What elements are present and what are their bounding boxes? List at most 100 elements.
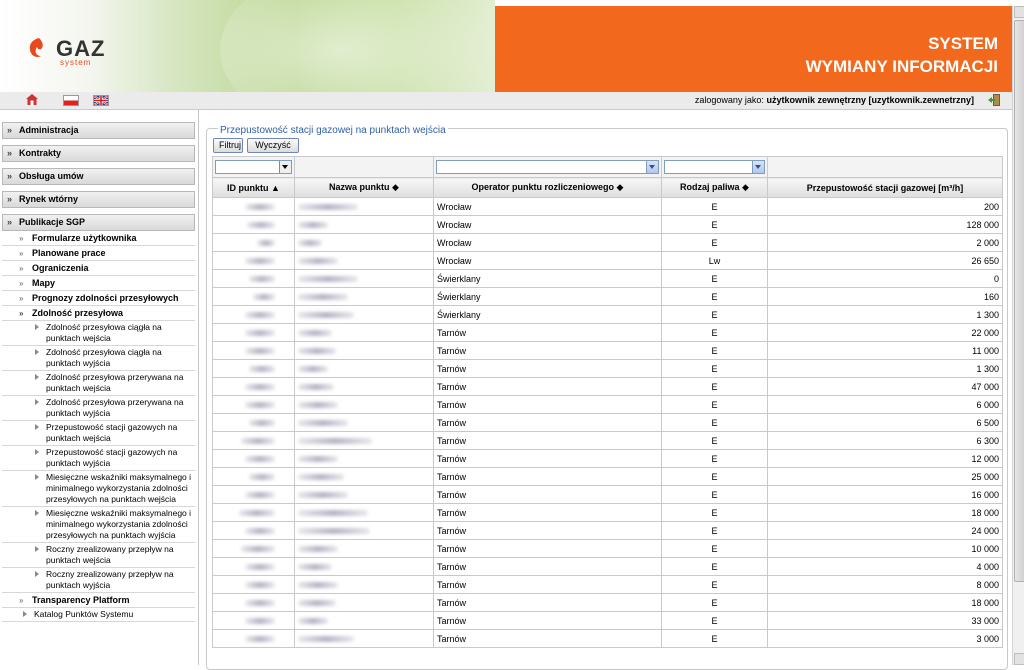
user-name: użytkownik zewnętrzny [uzytkownik.zewnet… xyxy=(766,95,974,105)
table-row[interactable]: Tarnów E 10 000 xyxy=(212,539,1003,558)
filter-button[interactable]: Filtruj xyxy=(213,138,243,153)
cell-id xyxy=(212,395,295,414)
table-row[interactable]: Tarnów E 1 300 xyxy=(212,359,1003,378)
english-flag-icon[interactable] xyxy=(93,95,109,106)
table-row[interactable]: Tarnów E 6 000 xyxy=(212,395,1003,414)
operator-filter-select[interactable] xyxy=(436,160,659,174)
nav-item-zdolnosc-przesylowa[interactable]: » Zdolność przesyłowa xyxy=(2,306,195,321)
nav-item-transparency[interactable]: » Transparency Platform xyxy=(2,593,195,608)
nav-section-administracja[interactable]: » Administracja xyxy=(2,122,195,139)
filter-row xyxy=(212,156,1003,178)
table-row[interactable]: Tarnów E 18 000 xyxy=(212,503,1003,522)
fuel-filter-select[interactable] xyxy=(664,160,765,174)
table-row[interactable]: Tarnów E 22 000 xyxy=(212,323,1003,342)
cell-id xyxy=(212,233,295,252)
header-row: ID punktu ▲ Nazwa punktu ◆ Operator punk… xyxy=(212,177,1003,198)
cell-name xyxy=(294,449,434,468)
table-row[interactable]: Tarnów E 6 500 xyxy=(212,413,1003,432)
nav-leaf-przerywana-wejscia[interactable]: Zdolność przesyłowa przerywana na punkta… xyxy=(2,371,195,396)
cell-fuel: E xyxy=(661,539,768,558)
app-header: GAZ system SYSTEM WYMIANY INFORMACJI xyxy=(0,0,1012,93)
cell-capacity: 1 300 xyxy=(767,359,1003,378)
nav-section-obsluga-umow[interactable]: » Obsługa umów xyxy=(2,168,195,185)
table-row[interactable]: Tarnów E 11 000 xyxy=(212,341,1003,360)
logout-icon[interactable] xyxy=(988,94,1002,106)
cell-name xyxy=(294,269,434,288)
cell-id xyxy=(212,251,295,270)
table-row[interactable]: Wrocław E 200 xyxy=(212,197,1003,216)
nav-leaf-wskazniki-wejscia[interactable]: Miesięczne wskaźniki maksymalnego i mini… xyxy=(2,471,195,507)
table-row[interactable]: Tarnów E 3 000 xyxy=(212,629,1003,648)
nav-leaf-ciagla-wyjscia[interactable]: Zdolność przesyłowa ciągła na punktach w… xyxy=(2,346,195,371)
table-row[interactable]: Wrocław E 2 000 xyxy=(212,233,1003,252)
nav-item-ograniczenia[interactable]: » Ograniczenia xyxy=(2,261,195,276)
cell-capacity: 160 xyxy=(767,287,1003,306)
col-id-header[interactable]: ID punktu ▲ xyxy=(212,177,295,198)
table-row[interactable]: Tarnów E 25 000 xyxy=(212,467,1003,486)
cell-id xyxy=(212,431,295,450)
cell-fuel: E xyxy=(661,215,768,234)
col-name-header[interactable]: Nazwa punktu ◆ xyxy=(294,177,434,198)
cell-name xyxy=(294,557,434,576)
id-filter-select[interactable] xyxy=(215,160,292,174)
nav-item-prognozy[interactable]: » Prognozy zdolności przesyłowych xyxy=(2,291,195,306)
table-row[interactable]: Tarnów E 24 000 xyxy=(212,521,1003,540)
home-icon[interactable] xyxy=(26,94,38,105)
table-row[interactable]: Wrocław Lw 26 650 xyxy=(212,251,1003,270)
nav-section-publikacje-sgp[interactable]: » Publikacje SGP xyxy=(2,214,195,231)
cell-capacity: 128 000 xyxy=(767,215,1003,234)
cell-name xyxy=(294,233,434,252)
table-row[interactable]: Tarnów E 12 000 xyxy=(212,449,1003,468)
logged-user-info: zalogowany jako: użytkownik zewnętrzny [… xyxy=(695,95,974,105)
cell-operator: Tarnów xyxy=(433,377,662,396)
table-row[interactable]: Tarnów E 33 000 xyxy=(212,611,1003,630)
cell-name xyxy=(294,521,434,540)
nav-item-formularze[interactable]: » Formularze użytkownika xyxy=(2,231,195,246)
scroll-thumb[interactable] xyxy=(1014,20,1024,582)
col-fuel-header[interactable]: Rodzaj paliwa ◆ xyxy=(661,177,768,198)
nav-item-mapy[interactable]: » Mapy xyxy=(2,276,195,291)
cell-fuel: E xyxy=(661,395,768,414)
nav-section-kontrakty[interactable]: » Kontrakty xyxy=(2,145,195,162)
table-row[interactable]: Świerklany E 160 xyxy=(212,287,1003,306)
cell-capacity: 12 000 xyxy=(767,449,1003,468)
cell-name xyxy=(294,305,434,324)
cell-operator: Świerklany xyxy=(433,305,662,324)
nav-leaf-roczny-wyjscia[interactable]: Roczny zrealizowany przepływ na punktach… xyxy=(2,568,195,593)
cell-id xyxy=(212,197,295,216)
cell-name xyxy=(294,503,434,522)
table-row[interactable]: Tarnów E 8 000 xyxy=(212,575,1003,594)
cell-fuel: Lw xyxy=(661,251,768,270)
scroll-up-arrow[interactable] xyxy=(1014,6,1024,18)
table-row[interactable]: Tarnów E 18 000 xyxy=(212,593,1003,612)
table-row[interactable]: Świerklany E 0 xyxy=(212,269,1003,288)
scroll-down-arrow[interactable] xyxy=(1014,653,1024,665)
table-row[interactable]: Świerklany E 1 300 xyxy=(212,305,1003,324)
cell-operator: Tarnów xyxy=(433,467,662,486)
table-row[interactable]: Wrocław E 128 000 xyxy=(212,215,1003,234)
col-capacity-header[interactable]: Przepustowość stacji gazowej [m³/h] xyxy=(767,177,1003,198)
cell-capacity: 33 000 xyxy=(767,611,1003,630)
nav-leaf-katalog[interactable]: Katalog Punktów Systemu xyxy=(2,608,195,622)
cell-capacity: 2 000 xyxy=(767,233,1003,252)
cell-name xyxy=(294,323,434,342)
nav-leaf-ciagla-wejscia[interactable]: Zdolność przesyłowa ciągła na punktach w… xyxy=(2,321,195,346)
nav-leaf-roczny-wejscia[interactable]: Roczny zrealizowany przepływ na punktach… xyxy=(2,543,195,568)
table-row[interactable]: Tarnów E 6 300 xyxy=(212,431,1003,450)
nav-leaf-przepustowosc-wyjscia[interactable]: Przepustowość stacji gazowych na punktac… xyxy=(2,446,195,471)
nav-leaf-przerywana-wyjscia[interactable]: Zdolność przesyłowa przerywana na punkta… xyxy=(2,396,195,421)
table-row[interactable]: Tarnów E 16 000 xyxy=(212,485,1003,504)
cell-capacity: 18 000 xyxy=(767,593,1003,612)
cell-fuel: E xyxy=(661,305,768,324)
nav-item-planowane-prace[interactable]: » Planowane prace xyxy=(2,246,195,261)
clear-button[interactable]: Wyczyść xyxy=(247,138,299,153)
table-row[interactable]: Tarnów E 47 000 xyxy=(212,377,1003,396)
vertical-scrollbar[interactable] xyxy=(1012,6,1024,665)
nav-leaf-wskazniki-wyjscia[interactable]: Miesięczne wskaźniki maksymalnego i mini… xyxy=(2,507,195,543)
col-operator-header[interactable]: Operator punktu rozliczeniowego ◆ xyxy=(433,177,662,198)
nav-section-rynek-wtorny[interactable]: » Rynek wtórny xyxy=(2,191,195,208)
table-row[interactable]: Tarnów E 4 000 xyxy=(212,557,1003,576)
polish-flag-icon[interactable] xyxy=(63,95,79,106)
nav-leaf-przepustowosc-wejscia[interactable]: Przepustowość stacji gazowych na punktac… xyxy=(2,421,195,446)
cell-name xyxy=(294,197,434,216)
